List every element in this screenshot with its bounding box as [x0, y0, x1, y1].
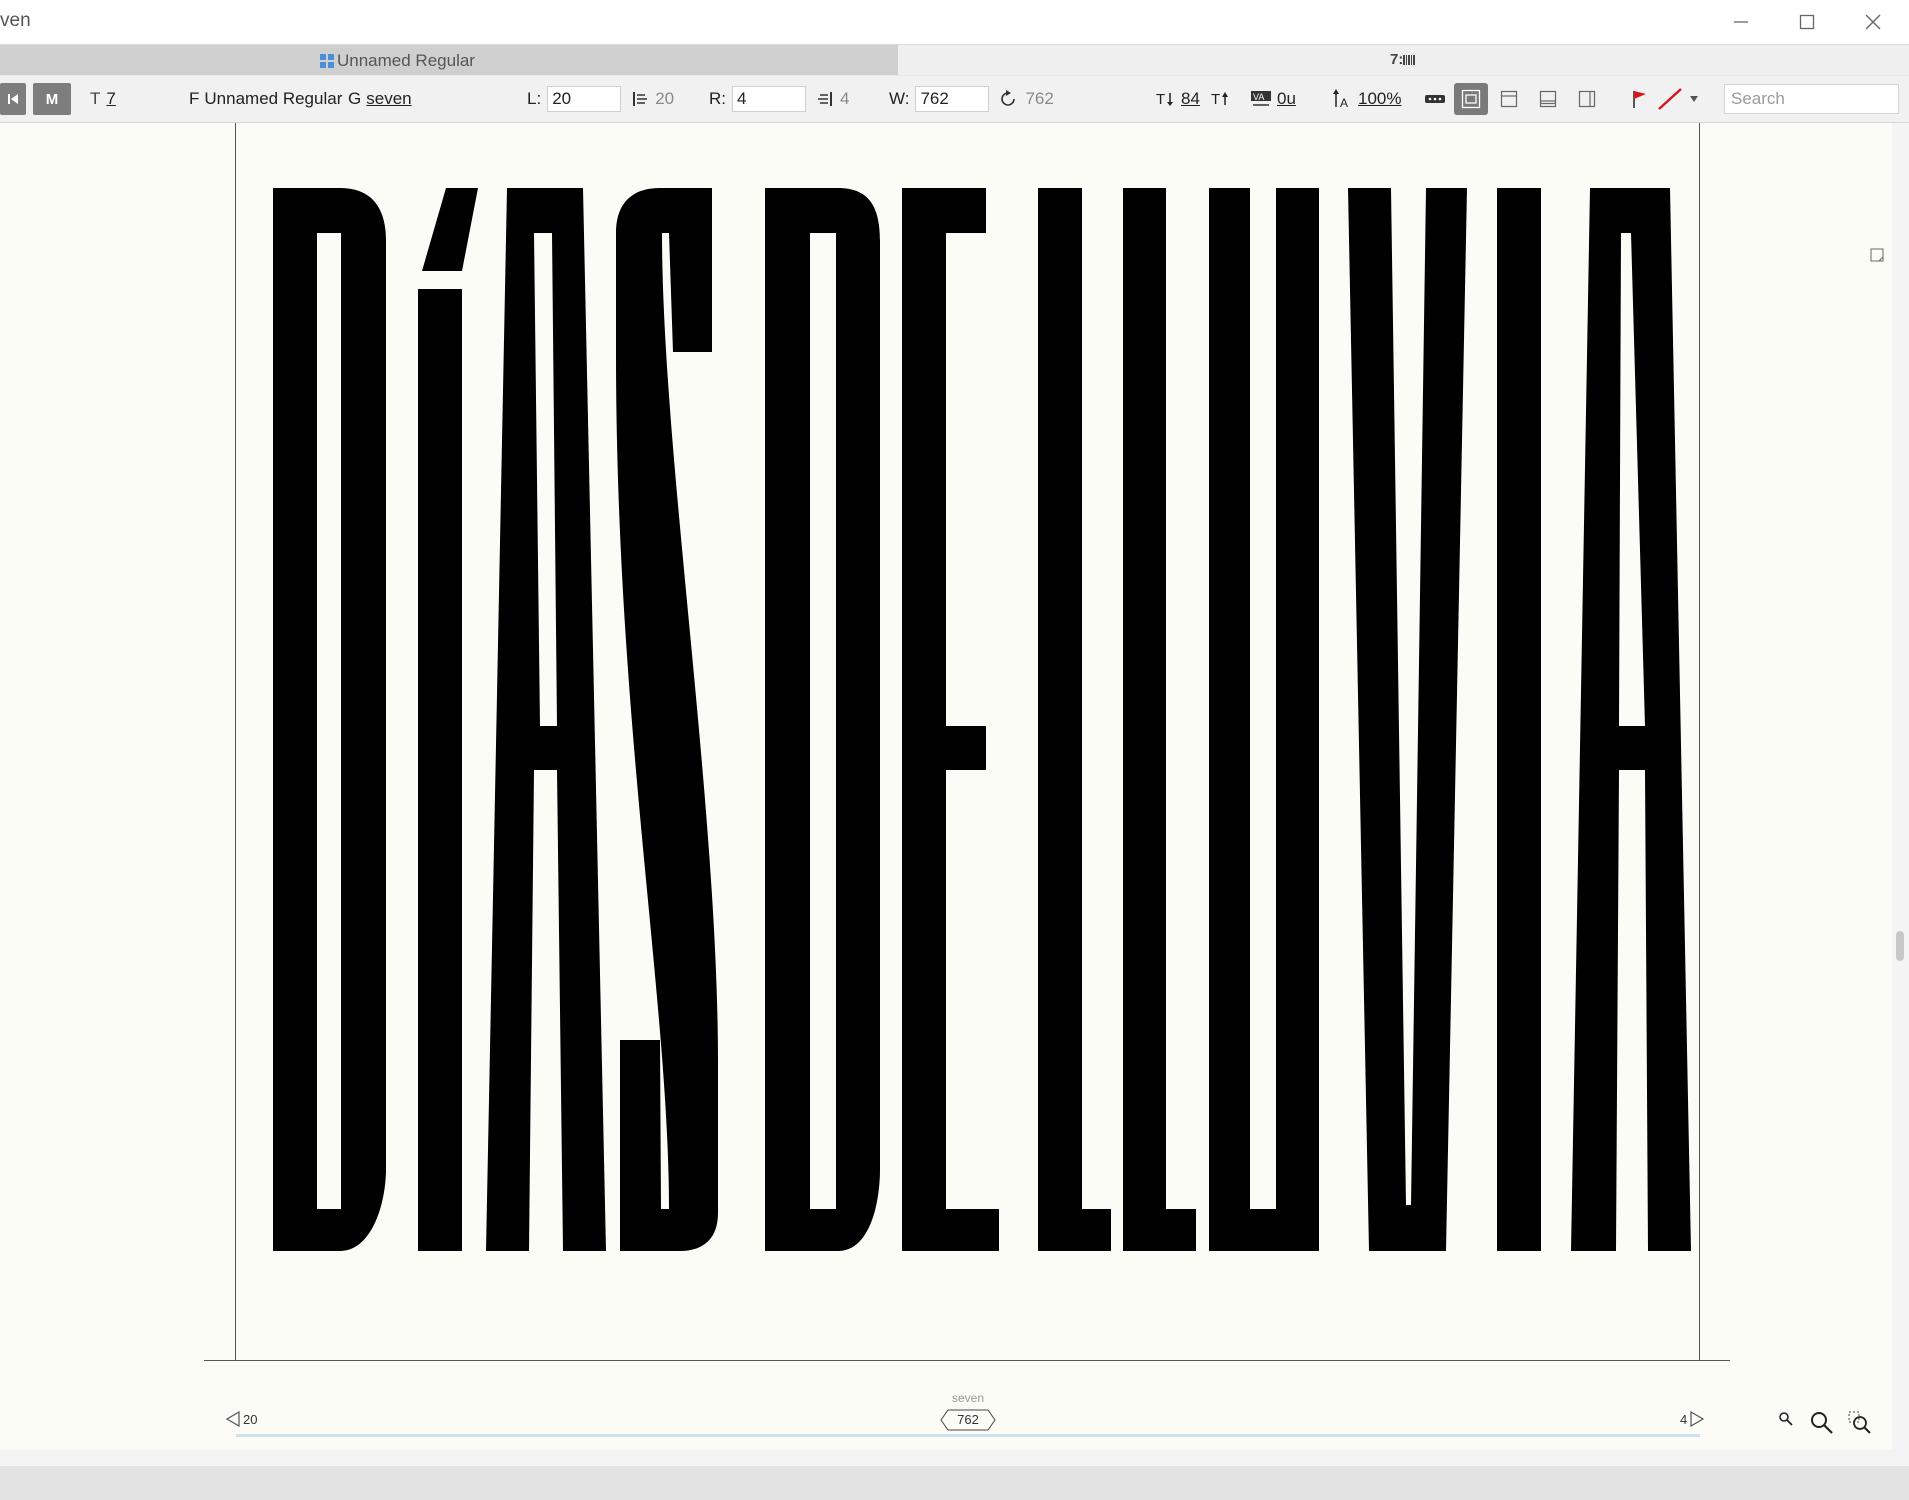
- glyph-name[interactable]: seven: [366, 89, 411, 109]
- glyph-outline-D: [273, 188, 386, 1251]
- width-input[interactable]: [915, 86, 990, 112]
- right-triangle-icon: [1690, 1411, 1705, 1427]
- kerning-icon[interactable]: VA: [1250, 89, 1272, 109]
- glyph-outline-L2: [1123, 188, 1196, 1251]
- scale-icon[interactable]: A: [1331, 88, 1353, 110]
- glyph-toolbar: M T 7 F Unnamed Regular G seven L: 20 20…: [0, 76, 1909, 123]
- tab-label-group: Unnamed Regular: [320, 51, 475, 71]
- close-button[interactable]: [1840, 0, 1906, 44]
- left-sidebearing-input[interactable]: [547, 86, 622, 112]
- vertical-scrollbar[interactable]: [1892, 123, 1909, 1450]
- glyph-outline-A2: [1571, 188, 1691, 1251]
- svg-text:A: A: [1340, 96, 1348, 110]
- text-tool-label: T: [90, 89, 101, 108]
- fit-frame-icon: [1461, 89, 1481, 109]
- flag-icon[interactable]: [1632, 89, 1648, 109]
- right-sidebearing-input[interactable]: [732, 86, 806, 112]
- ascender-icon[interactable]: T: [1155, 89, 1175, 109]
- font-name[interactable]: Unnamed Regular: [204, 89, 342, 109]
- scrollbar-thumb[interactable]: [1896, 931, 1904, 961]
- color-slash-icon[interactable]: [1656, 86, 1684, 112]
- skip-back-icon: [8, 94, 18, 104]
- glyph-prefix: G: [348, 89, 362, 108]
- mode-m-button[interactable]: M: [33, 83, 71, 115]
- left-sidebearing-label: L:: [527, 89, 542, 108]
- fit-view-button[interactable]: [1454, 83, 1488, 115]
- right-sidebearing-computed: 4: [840, 89, 850, 108]
- panel-toggle-button[interactable]: [1870, 248, 1884, 267]
- font-grid-icon: [320, 54, 334, 68]
- minimize-icon: [1734, 21, 1748, 23]
- previous-glyph-button[interactable]: [0, 83, 26, 115]
- glyph-outline-I: [1497, 188, 1541, 1251]
- text-tool-value[interactable]: 7: [106, 89, 115, 109]
- barcode-icon: [1403, 54, 1416, 65]
- right-metrics-link-icon[interactable]: [816, 90, 834, 108]
- font-prefix: F: [189, 89, 200, 108]
- zoom-fit-button[interactable]: [1848, 1411, 1872, 1435]
- ascender-value[interactable]: 84: [1181, 89, 1200, 109]
- svg-text:T: T: [1156, 91, 1165, 108]
- glyph-outline-A: [486, 188, 606, 1251]
- zoom-large-icon: [1811, 1412, 1833, 1434]
- glyph-name-label: seven: [951, 1391, 985, 1405]
- zoom-out-button[interactable]: [1778, 1411, 1794, 1427]
- mode-m-label: M: [45, 90, 59, 108]
- kerning-value[interactable]: 0u: [1277, 89, 1296, 109]
- title-bar: ven: [0, 0, 1909, 45]
- right-sidebearing-handle[interactable]: 4: [1680, 1411, 1705, 1427]
- svg-text:T: T: [1211, 91, 1220, 108]
- zoom-fit-icon: [1848, 1411, 1871, 1434]
- maximize-icon: [1799, 14, 1815, 30]
- zoom-small-icon: [1779, 1412, 1793, 1426]
- tab-glyph-window[interactable]: 7:: [1390, 51, 1416, 68]
- search-input[interactable]: [1724, 84, 1899, 114]
- more-options-icon[interactable]: [1424, 92, 1446, 106]
- window-bottom-strip: [0, 1466, 1909, 1500]
- glyph-outline-U: [1209, 188, 1319, 1251]
- right-sidebearing-value: 4: [1680, 1411, 1688, 1427]
- minimize-button[interactable]: [1708, 0, 1774, 44]
- note-icon: [1870, 248, 1884, 262]
- maximize-button[interactable]: [1774, 0, 1840, 44]
- zoom-in-button[interactable]: [1810, 1411, 1834, 1435]
- glyph-outline-E: [902, 188, 999, 1251]
- tab-font-window[interactable]: Unnamed Regular: [0, 45, 898, 75]
- glyph-outline-S: [616, 188, 718, 1251]
- metrics-bar: [236, 1434, 1700, 1437]
- left-sidebearing-computed: 20: [655, 89, 675, 108]
- left-triangle-icon: [226, 1411, 240, 1427]
- layout-top-icon[interactable]: [1500, 90, 1518, 108]
- glyph-outline-I-acute: [418, 289, 462, 1251]
- glyph-outline-acute: [422, 188, 478, 271]
- zoom-value[interactable]: 100%: [1358, 89, 1401, 109]
- layout-bottom-icon[interactable]: [1539, 90, 1557, 108]
- right-sidebearing-label: R:: [709, 89, 726, 108]
- font-editor-window: ven Unnamed Regular 7: M T 7 F Unnamed R…: [0, 0, 1909, 1500]
- tab-glyph-label: 7:: [1390, 51, 1404, 68]
- cap-height-icon[interactable]: T: [1210, 89, 1230, 109]
- window-title: ven: [0, 10, 31, 31]
- width-badge-value: 762: [957, 1412, 979, 1427]
- close-icon: [1865, 14, 1881, 30]
- width-badge[interactable]: 762: [940, 1409, 996, 1431]
- tab-bar: Unnamed Regular 7:: [0, 45, 1909, 75]
- width-computed: 762: [1025, 89, 1054, 108]
- left-metrics-link-icon[interactable]: [631, 90, 649, 108]
- glyph-outline-L1: [1038, 188, 1111, 1251]
- left-sidebearing-handle[interactable]: 20: [226, 1411, 257, 1427]
- tab-label: Unnamed Regular: [337, 51, 475, 70]
- reset-width-icon[interactable]: [999, 90, 1017, 108]
- glyph-outline-V: [1348, 188, 1467, 1251]
- status-bar: [0, 1450, 1909, 1466]
- glyph-edit-canvas[interactable]: seven 762 20 4: [0, 123, 1892, 1450]
- svg-text:VA: VA: [1253, 92, 1264, 102]
- left-sidebearing-value: 20: [243, 1411, 258, 1427]
- glyph-outline-D2: [765, 188, 880, 1251]
- chevron-down-icon[interactable]: [1690, 96, 1698, 102]
- width-label: W:: [889, 89, 910, 108]
- glyph-preview-outlines[interactable]: [0, 123, 1892, 1373]
- layout-right-icon[interactable]: [1578, 90, 1596, 108]
